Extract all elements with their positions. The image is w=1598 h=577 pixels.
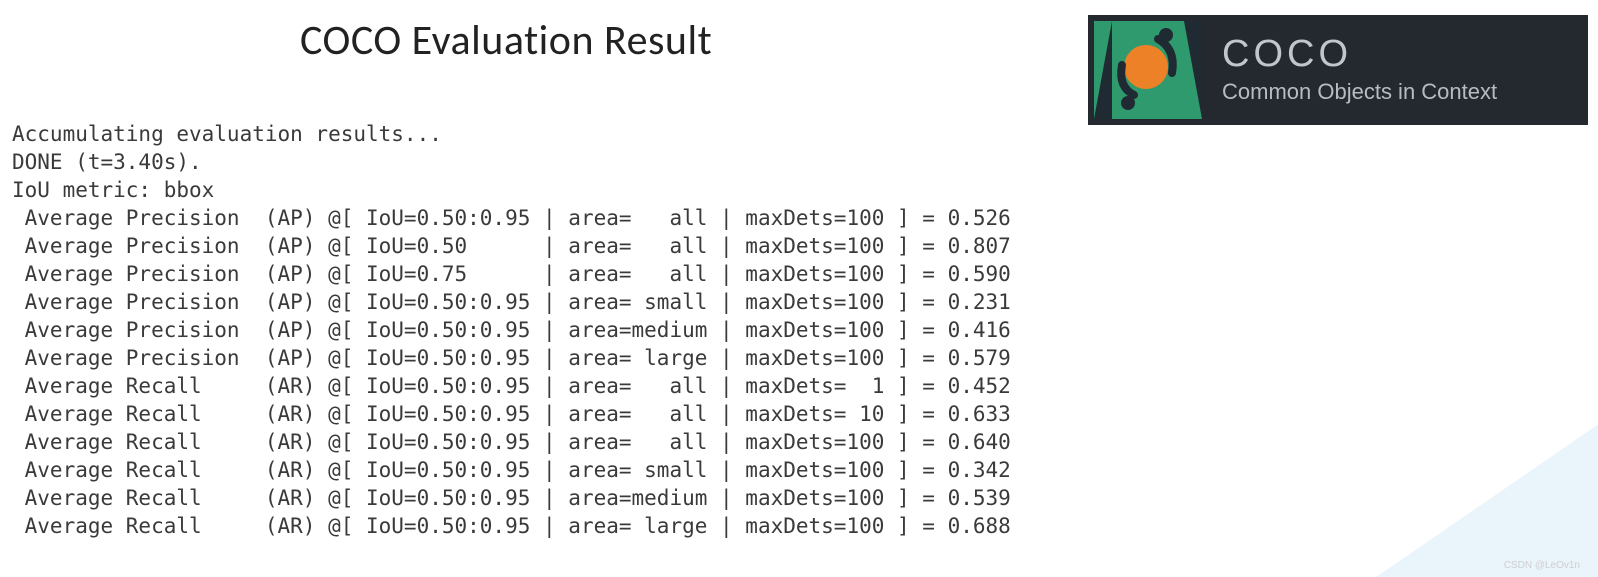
coco-logo-tagline: Common Objects in Context [1222, 79, 1497, 105]
watermark: CSDN @LeOv1n [1504, 560, 1580, 571]
decorative-triangle [1338, 407, 1598, 577]
coco-logo-brand: COCO [1222, 35, 1497, 73]
coco-logo: COCO Common Objects in Context [1088, 15, 1588, 125]
coco-logo-mark [1088, 15, 1208, 125]
coco-logo-text: COCO Common Objects in Context [1222, 35, 1497, 105]
evaluation-output: Accumulating evaluation results... DONE … [12, 120, 1011, 540]
page-title: COCO Evaluation Result [300, 15, 712, 66]
